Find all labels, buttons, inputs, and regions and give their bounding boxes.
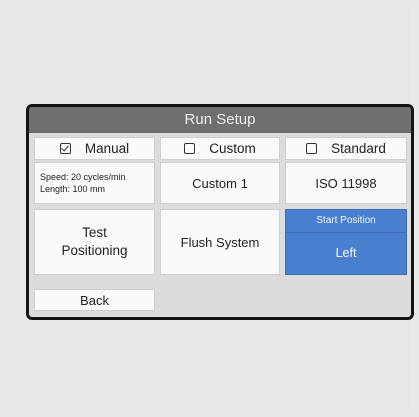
checkbox-unchecked-icon <box>184 143 196 154</box>
start-position-label: Start Position <box>286 210 406 233</box>
mode-standard-label: Standard <box>331 141 386 156</box>
back-button[interactable]: Back <box>34 289 155 311</box>
mode-standard-checkbox[interactable]: Standard <box>285 137 407 160</box>
mode-manual-label: Manual <box>84 141 130 156</box>
test-positioning-label-line2: Positioning <box>61 243 128 258</box>
flush-system-button[interactable]: Flush System <box>160 209 280 275</box>
test-positioning-label-line1: Test <box>82 225 107 240</box>
test-positioning-button[interactable]: Test Positioning <box>34 209 155 275</box>
back-label: Back <box>80 292 109 308</box>
flush-system-label: Flush System <box>180 234 260 250</box>
manual-speed-text: Speed: 20 cycles/min <box>40 172 126 182</box>
standard-select[interactable]: ISO 11998 <box>285 162 407 204</box>
screen-title: Run Setup <box>29 107 411 133</box>
manual-settings-panel[interactable]: Speed: 20 cycles/min Length: 100 mm <box>34 162 155 204</box>
checkbox-unchecked-icon <box>306 143 318 154</box>
mode-custom-checkbox[interactable]: Custom <box>160 137 280 160</box>
custom-profile-value: Custom 1 <box>192 175 248 191</box>
checkbox-checked-icon <box>59 143 71 154</box>
run-setup-screen: Run Setup Manual Custom Standard Speed: … <box>26 104 414 320</box>
start-position-value: Left <box>335 246 357 260</box>
mode-manual-checkbox[interactable]: Manual <box>34 137 155 160</box>
start-position-button[interactable]: Start Position Left <box>285 209 407 275</box>
custom-profile-select[interactable]: Custom 1 <box>160 162 280 204</box>
mode-custom-label: Custom <box>209 141 256 156</box>
manual-length-text: Length: 100 mm <box>40 184 106 194</box>
standard-value: ISO 11998 <box>315 175 377 191</box>
